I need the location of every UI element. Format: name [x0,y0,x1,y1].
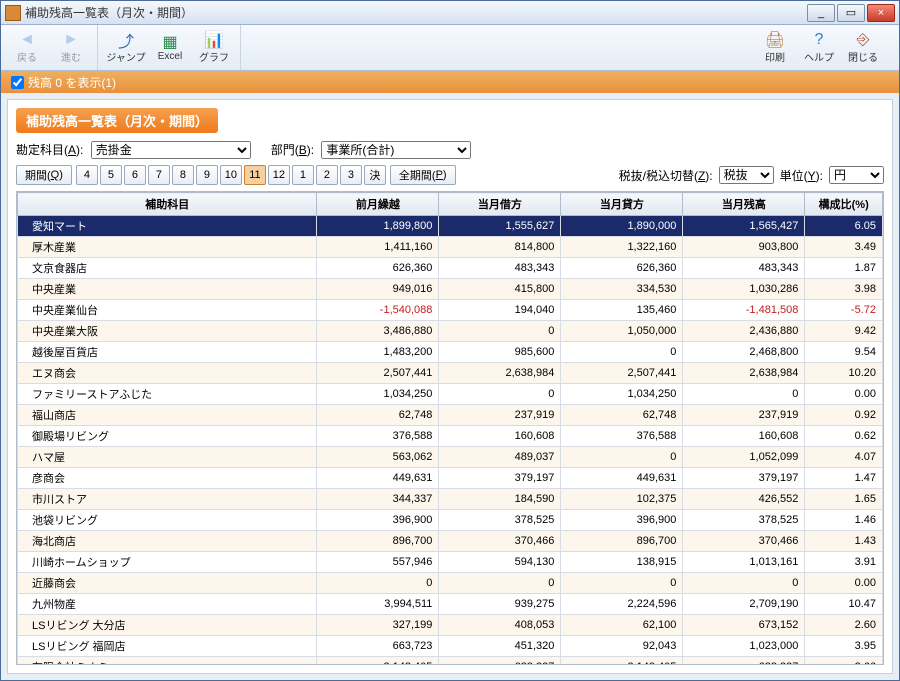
table-row[interactable]: 中央産業949,016415,800334,5301,030,2863.98 [18,279,883,300]
back-button[interactable]: ◄ 戻る [7,28,47,68]
unit-select[interactable]: 円 [829,166,884,184]
period-4[interactable]: 4 [76,165,98,185]
account-label: 勘定科目(A): [16,143,83,157]
table-row[interactable]: 福山商店62,748237,91962,748237,9190.92 [18,405,883,426]
maximize-button[interactable]: ▭ [837,4,865,22]
col-header[interactable]: 前月繰越 [317,193,439,216]
period-10[interactable]: 10 [220,165,242,185]
period-2[interactable]: 2 [316,165,338,185]
period-3[interactable]: 3 [340,165,362,185]
table-row[interactable]: ハマ屋563,062489,03701,052,0994.07 [18,447,883,468]
excel-icon: ▦ [160,33,180,51]
table-row[interactable]: 御殿場リビング376,588160,608376,588160,6080.62 [18,426,883,447]
table-row[interactable]: 池袋リビング396,900378,525396,900378,5251.46 [18,510,883,531]
table-row[interactable]: 海北商店896,700370,466896,700370,4661.43 [18,531,883,552]
period-11[interactable]: 11 [244,165,266,185]
minimize-button[interactable]: _ [807,4,835,22]
period-button[interactable]: 期間(Q) [16,165,72,185]
page-title: 補助残高一覧表（月次・期間） [16,108,218,133]
period-9[interactable]: 9 [196,165,218,185]
period-6[interactable]: 6 [124,165,146,185]
col-header[interactable]: 当月残高 [683,193,805,216]
dept-select[interactable]: 事業所(合計) [321,141,471,159]
unit-label: 単位(Y): [780,167,823,184]
printer-icon: 🖨 [765,31,785,49]
period-5[interactable]: 5 [100,165,122,185]
door-icon: ⎆ [853,31,873,49]
table-row[interactable]: 九州物産3,994,511939,2752,224,5962,709,19010… [18,594,883,615]
app-icon [5,5,21,21]
table-row[interactable]: LSリビング 大分店327,199408,05362,100673,1522.6… [18,615,883,636]
period-7[interactable]: 7 [148,165,170,185]
tax-toggle-label: 税抜/税込切替(Z): [619,167,713,184]
excel-button[interactable]: ▦ Excel [150,28,190,68]
table-row[interactable]: 厚木産業1,411,160814,8001,322,160903,8003.49 [18,237,883,258]
period-8[interactable]: 8 [172,165,194,185]
jump-icon: ⤴ [116,31,136,49]
table-row[interactable]: 市川ストア344,337184,590102,375426,5521.65 [18,489,883,510]
jump-button[interactable]: ⤴ ジャンプ [106,28,146,68]
table-row[interactable]: 越後屋百貨店1,483,200985,60002,468,8009.54 [18,342,883,363]
toolbar: ◄ 戻る ► 進む ⤴ ジャンプ ▦ Excel 📊 グラフ [1,25,899,71]
dept-label: 部門(B): [271,143,314,157]
forward-button[interactable]: ► 進む [51,28,91,68]
col-header[interactable]: 補助科目 [18,193,317,216]
arrow-left-icon: ◄ [17,31,37,49]
graph-button[interactable]: 📊 グラフ [194,28,234,68]
options-bar: 残高 0 を表示(1) [1,71,899,93]
window-close-button[interactable]: × [867,4,895,22]
window-title: 補助残高一覧表（月次・期間） [25,4,807,21]
close-button[interactable]: ⎆ 閉じる [843,28,883,68]
help-button[interactable]: ? ヘルプ [799,28,839,68]
table-row[interactable]: 近藤商会00000.00 [18,573,883,594]
tax-select[interactable]: 税抜 [719,166,774,184]
arrow-right-icon: ► [61,31,81,49]
balance-table: 補助科目前月繰越当月借方当月貸方当月残高構成比(%) 愛知マート1,899,80… [17,192,883,665]
all-period-button[interactable]: 全期間(P) [390,165,456,185]
table-row[interactable]: 彦商会449,631379,197449,631379,1971.47 [18,468,883,489]
table-row[interactable]: 文京食器店626,360483,343626,360483,3431.87 [18,258,883,279]
table-row[interactable]: 有限会社ミナミ2,148,405688,3272,148,405688,3272… [18,657,883,666]
account-select[interactable]: 売掛金 [91,141,251,159]
show-zero-checkbox[interactable] [11,76,24,89]
table-row[interactable]: ファミリーストアふじた1,034,25001,034,25000.00 [18,384,883,405]
col-header[interactable]: 当月借方 [439,193,561,216]
table-row[interactable]: LSリビング 福岡店663,723451,32092,0431,023,0003… [18,636,883,657]
show-zero-label: 残高 0 を表示(1) [28,74,116,91]
col-header[interactable]: 構成比(%) [805,193,883,216]
table-row[interactable]: 愛知マート1,899,8001,555,6271,890,0001,565,42… [18,216,883,237]
chart-icon: 📊 [204,31,224,49]
print-button[interactable]: 🖨 印刷 [755,28,795,68]
table-row[interactable]: 川崎ホームショップ557,946594,130138,9151,013,1613… [18,552,883,573]
help-icon: ? [809,31,829,49]
period-決[interactable]: 決 [364,165,386,185]
col-header[interactable]: 当月貸方 [561,193,683,216]
period-12[interactable]: 12 [268,165,290,185]
titlebar: 補助残高一覧表（月次・期間） _ ▭ × [1,1,899,25]
table-row[interactable]: 中央産業仙台-1,540,088194,040135,460-1,481,508… [18,300,883,321]
period-1[interactable]: 1 [292,165,314,185]
table-row[interactable]: 中央産業大阪3,486,88001,050,0002,436,8809.42 [18,321,883,342]
table-row[interactable]: エヌ商会2,507,4412,638,9842,507,4412,638,984… [18,363,883,384]
